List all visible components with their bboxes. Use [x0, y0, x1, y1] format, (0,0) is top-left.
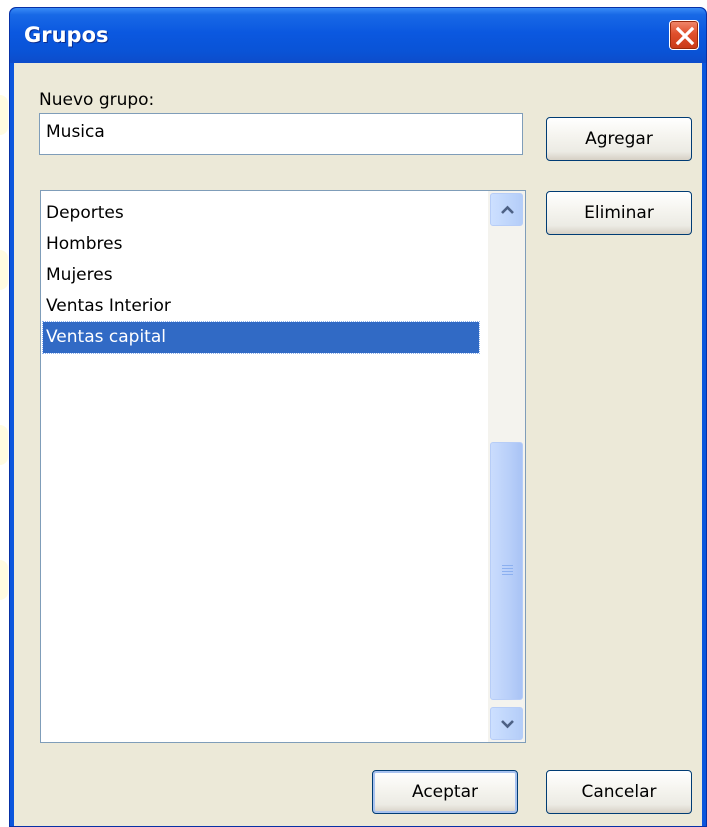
- chevron-up-icon: [501, 205, 514, 214]
- scroll-up-button[interactable]: [490, 193, 523, 226]
- background-decoration: [0, 250, 8, 290]
- list-item[interactable]: Deportes: [43, 198, 479, 229]
- cancel-button[interactable]: Cancelar: [546, 770, 692, 814]
- vertical-scrollbar[interactable]: [488, 191, 525, 742]
- chevron-down-icon: [501, 720, 514, 729]
- list-item[interactable]: Mujeres: [43, 260, 479, 291]
- list-item[interactable]: Ventas Interior: [43, 291, 479, 322]
- background-decoration: [0, 95, 8, 135]
- ok-button[interactable]: Aceptar: [372, 770, 518, 814]
- list-item-selected[interactable]: Ventas capital: [42, 321, 480, 354]
- window-title: Grupos: [24, 23, 109, 47]
- background-decoration: [0, 560, 8, 600]
- add-button[interactable]: Agregar: [546, 117, 692, 161]
- background-decoration: [0, 425, 8, 465]
- title-bar[interactable]: Grupos: [10, 8, 706, 63]
- dialog-body: Nuevo grupo: Musica Agregar Eliminar Dep…: [14, 63, 702, 826]
- groups-list[interactable]: Deportes Hombres Mujeres Ventas Interior…: [40, 190, 526, 743]
- list-item[interactable]: Hombres: [43, 229, 479, 260]
- grip-icon: [502, 565, 513, 577]
- scroll-down-button[interactable]: [490, 707, 523, 740]
- new-group-label: Nuevo grupo:: [39, 90, 155, 110]
- groups-list-items: Deportes Hombres Mujeres Ventas Interior…: [42, 198, 480, 354]
- scroll-thumb[interactable]: [490, 442, 523, 700]
- new-group-input[interactable]: Musica: [39, 113, 523, 155]
- close-icon: [675, 26, 695, 46]
- close-button[interactable]: [669, 20, 699, 50]
- groups-dialog: Grupos Nuevo grupo: Musica Agregar Elimi…: [9, 7, 707, 827]
- delete-button[interactable]: Eliminar: [546, 191, 692, 235]
